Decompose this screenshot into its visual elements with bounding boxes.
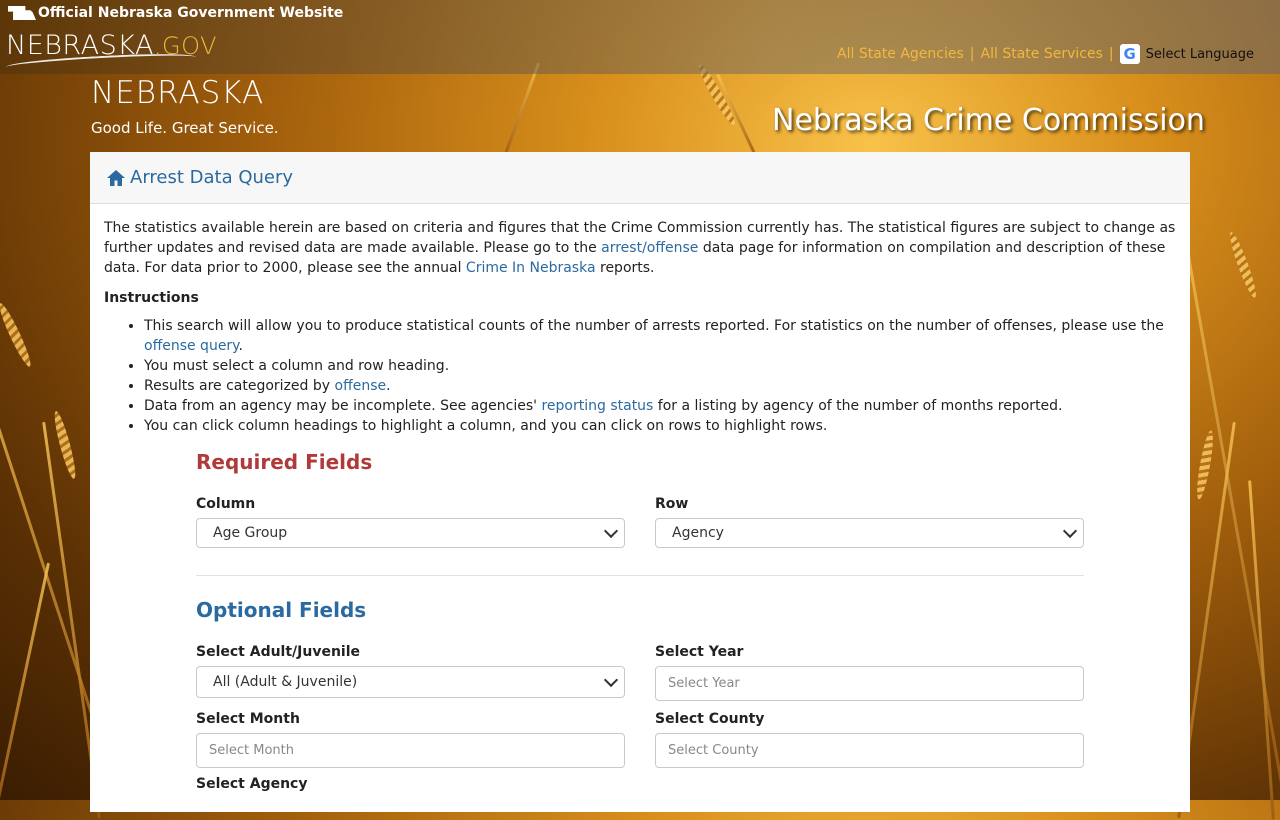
list-item: You must select a column and row heading… [144,356,1176,376]
row-select[interactable]: Agency [655,518,1084,548]
required-fields-title: Required Fields [196,450,373,474]
arrest-offense-link[interactable]: arrest/offense [601,240,698,256]
official-website-text: Official Nebraska Government Website [38,5,344,21]
optional-fields-title: Optional Fields [196,598,367,622]
column-select-value: Age Group [213,525,288,541]
gov-links: All State Agencies | All State Services … [837,44,1254,64]
intro-paragraph: The statistics available herein are base… [104,220,1176,276]
column-label: Column [196,496,256,512]
select-language-dropdown[interactable]: Select Language [1146,47,1254,62]
agency-label: Select Agency [196,776,308,792]
list-item: This search will allow you to produce st… [144,316,1176,356]
county-input[interactable]: Select County [655,733,1084,768]
link-separator: | [1108,46,1114,62]
row-label: Row [655,496,689,512]
instructions-heading: Instructions [104,290,199,306]
year-input[interactable]: Select Year [655,666,1084,701]
offense-link[interactable]: offense [335,378,387,394]
nebraska-gov-bar: Official Nebraska Government Website NEB… [0,0,1280,74]
column-select[interactable]: Age Group [196,518,625,548]
page-title: Arrest Data Query [130,167,294,188]
row-select-value: Agency [672,525,724,541]
all-state-agencies-link[interactable]: All State Agencies [837,46,964,62]
list-item: Results are categorized by offense. [144,376,1176,396]
site-tagline: Good Life. Great Service. [91,119,279,137]
instructions-list: This search will allow you to produce st… [104,316,1176,436]
offense-query-link[interactable]: offense query [144,338,238,354]
adult-juvenile-select-value: All (Adult & Juvenile) [213,674,358,690]
chevron-down-icon [603,523,619,539]
section-divider [196,575,1084,576]
card-header: Arrest Data Query [90,152,1190,204]
county-label: Select County [655,711,765,727]
official-website-notice: Official Nebraska Government Website [8,5,343,21]
nebraska-site-logo[interactable]: NEBRASKA Good Life. Great Service. [91,75,279,137]
site-logo-word: NEBRASKA [91,75,265,111]
site-title: Nebraska Crime Commission [772,103,1205,138]
nebraska-state-icon [8,6,36,20]
crime-in-nebraska-link[interactable]: Crime In Nebraska [466,260,596,276]
chevron-down-icon [603,672,619,688]
all-state-services-link[interactable]: All State Services [981,46,1103,62]
chevron-down-icon [1062,523,1078,539]
month-label: Select Month [196,711,300,727]
link-separator: | [969,46,975,62]
home-icon[interactable] [106,168,126,188]
adult-juvenile-select[interactable]: All (Adult & Juvenile) [196,666,625,698]
main-card: Arrest Data Query The statistics availab… [90,152,1190,812]
month-input[interactable]: Select Month [196,733,625,768]
list-item: You can click column headings to highlig… [144,416,1176,436]
list-item: Data from an agency may be incomplete. S… [144,396,1176,416]
card-body: The statistics available herein are base… [90,204,1190,436]
year-label: Select Year [655,644,744,660]
reporting-status-link[interactable]: reporting status [541,398,653,414]
query-form: Required Fields Column Age Group Row Age… [196,450,1084,798]
adult-juvenile-label: Select Adult/Juvenile [196,644,361,660]
google-translate-icon[interactable]: G [1119,44,1140,64]
